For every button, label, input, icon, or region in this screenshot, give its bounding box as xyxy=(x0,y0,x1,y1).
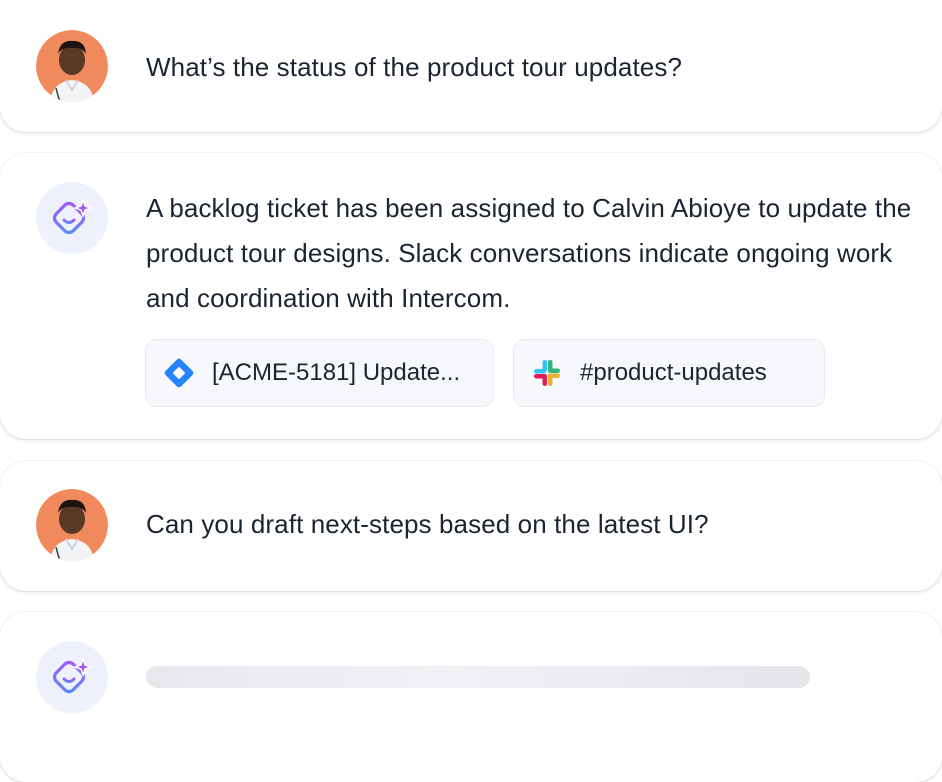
user-message-card-2: Can you draft next-steps based on the la… xyxy=(0,461,942,591)
source-chip-jira[interactable]: [ACME-5181] Update... xyxy=(145,339,494,407)
user-message-text: What’s the status of the product tour up… xyxy=(146,52,682,82)
jira-icon xyxy=(162,356,196,390)
sparkle-chat-icon xyxy=(52,197,94,235)
source-chip-slack[interactable]: #product-updates xyxy=(513,339,825,407)
source-chip-label: [ACME-5181] Update... xyxy=(212,359,461,386)
sparkle-chat-icon xyxy=(52,656,94,694)
user-message-card-1: What’s the status of the product tour up… xyxy=(0,0,942,132)
user-avatar xyxy=(36,30,108,102)
assistant-avatar xyxy=(36,182,108,254)
assistant-avatar xyxy=(36,641,108,713)
source-chip-label: #product-updates xyxy=(580,359,767,386)
slack-icon xyxy=(530,356,564,390)
user-message-text: Can you draft next-steps based on the la… xyxy=(146,509,709,539)
avatar-image xyxy=(36,489,108,561)
avatar-image xyxy=(36,30,108,102)
assistant-message-card-2 xyxy=(0,612,942,782)
user-avatar xyxy=(36,489,108,561)
assistant-message-text: A backlog ticket has been assigned to Ca… xyxy=(146,193,912,313)
loading-skeleton-bar xyxy=(146,666,810,688)
